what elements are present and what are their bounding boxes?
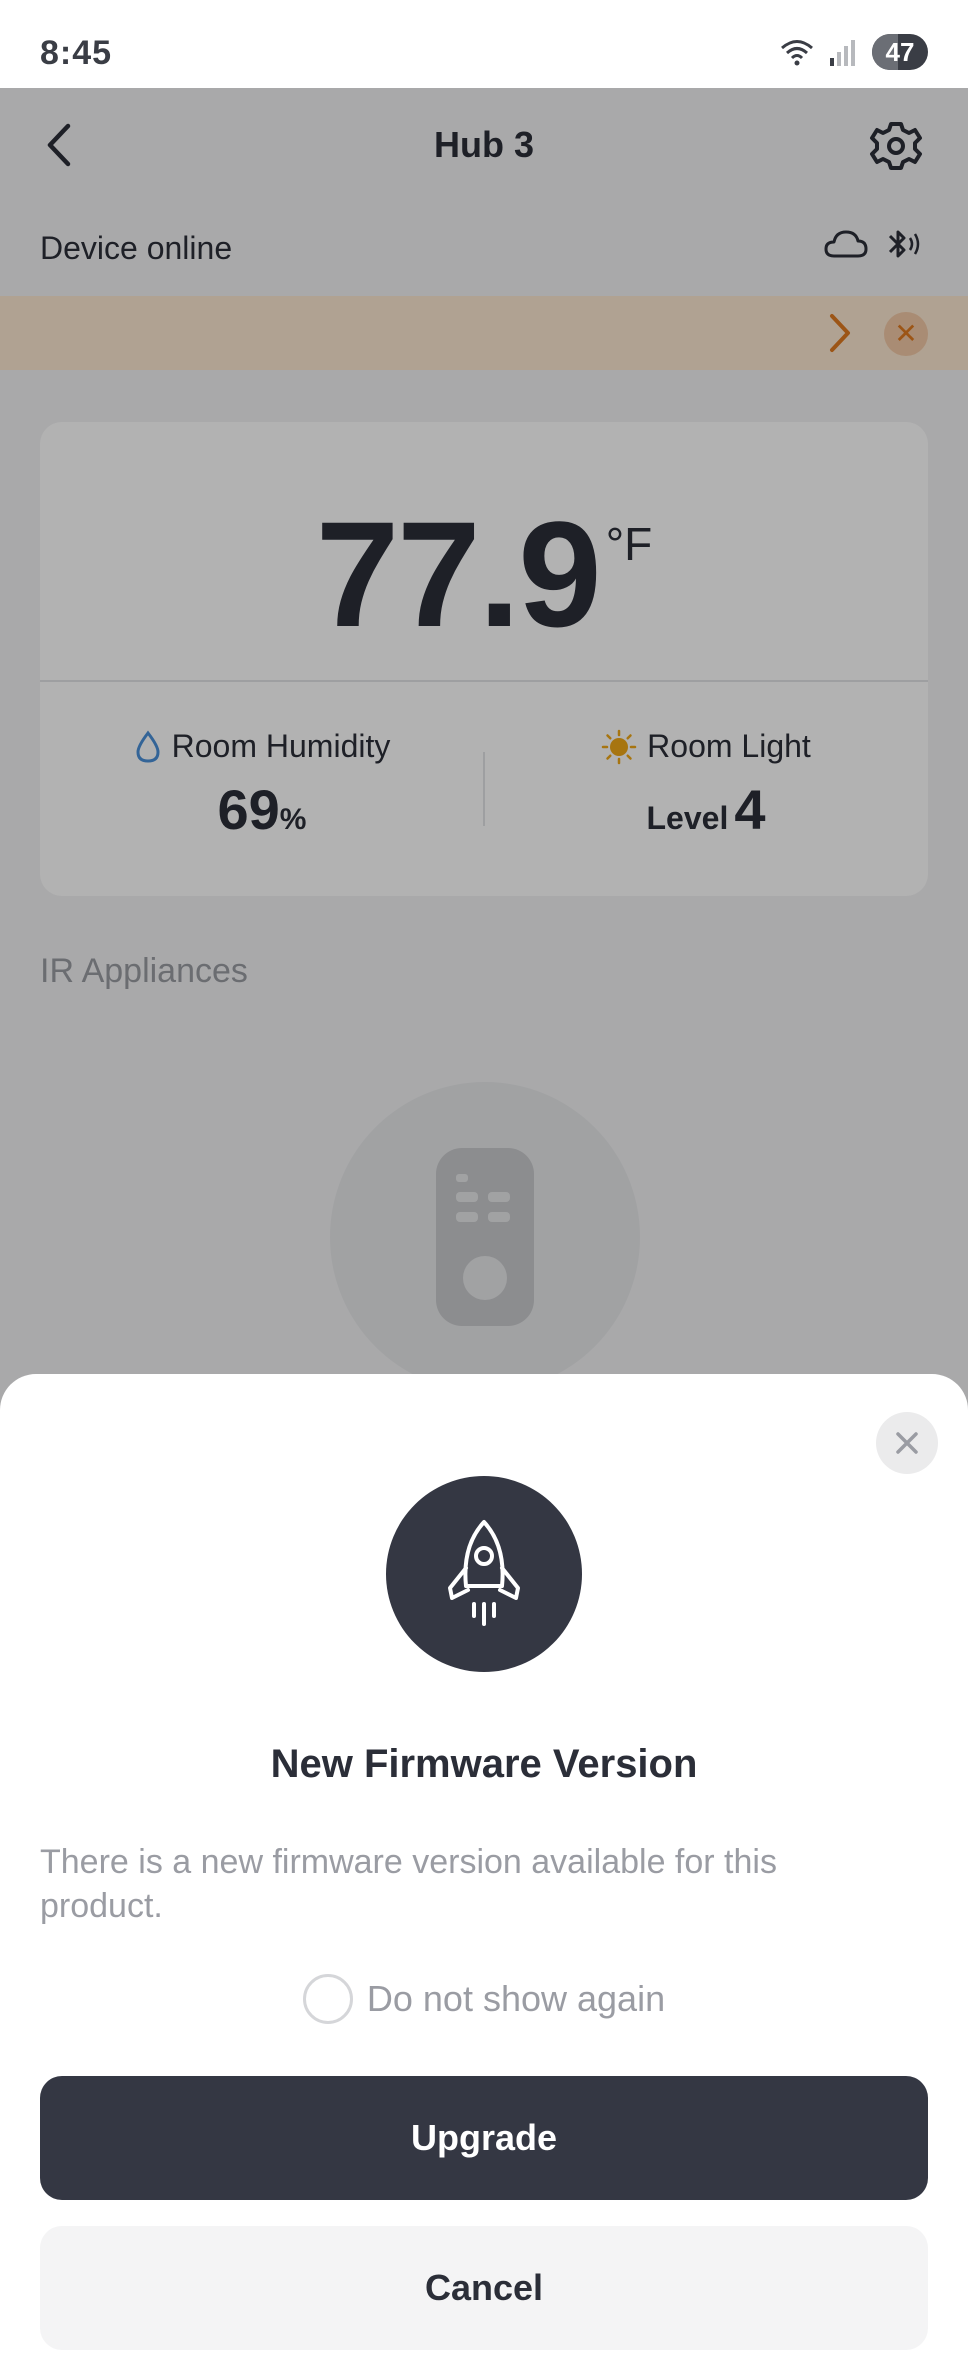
cancel-button[interactable]: Cancel bbox=[40, 2226, 928, 2350]
close-icon bbox=[896, 1432, 918, 1454]
battery-indicator: 47 bbox=[872, 34, 928, 70]
battery-percent: 47 bbox=[885, 37, 915, 67]
do-not-show-again-option[interactable]: Do not show again bbox=[0, 1974, 968, 2024]
status-icons: 47 bbox=[780, 34, 928, 70]
close-button[interactable] bbox=[876, 1412, 938, 1474]
rocket-badge bbox=[386, 1476, 582, 1672]
do-not-show-checkbox[interactable] bbox=[302, 1974, 353, 2024]
do-not-show-label[interactable]: Do not show again bbox=[367, 1978, 665, 2020]
status-time: 8:45 bbox=[40, 34, 113, 72]
wifi-icon bbox=[781, 40, 813, 66]
firmware-dialog: New Firmware Version There is a new firm… bbox=[0, 1374, 968, 2376]
rocket-icon bbox=[448, 1520, 520, 1626]
dialog-message: There is a new firmware version availabl… bbox=[40, 1843, 777, 1925]
dialog-title: New Firmware Version bbox=[270, 1742, 698, 1786]
upgrade-button[interactable]: Upgrade bbox=[40, 2076, 928, 2200]
signal-icon bbox=[830, 40, 855, 66]
status-bar: 8:45 47 bbox=[0, 0, 968, 88]
